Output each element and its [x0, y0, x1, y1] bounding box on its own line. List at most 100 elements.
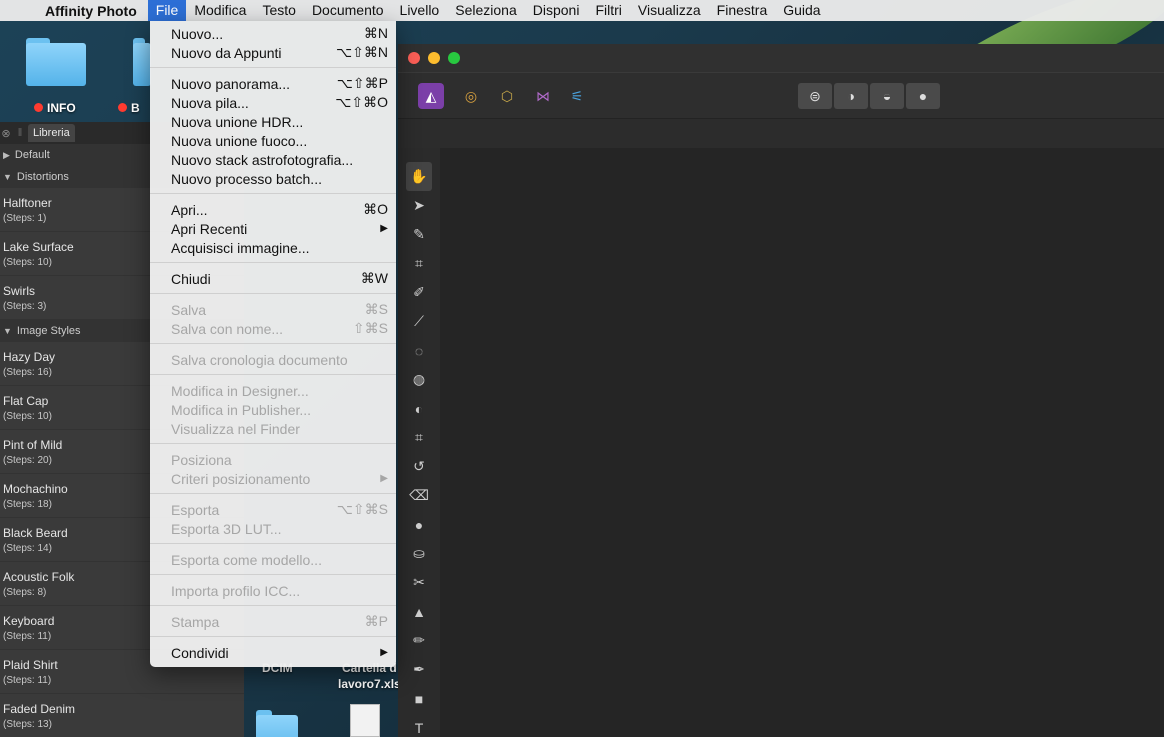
app-name-menu[interactable]: Affinity Photo [36, 3, 148, 19]
menu-livello[interactable]: Livello [392, 0, 448, 21]
menu-item-shortcut: ⌥⇧⌘N [336, 44, 388, 60]
menu-item-chiudi[interactable]: Chiudi ⌘W [150, 269, 396, 288]
menu-item-nuova-unione-hdr[interactable]: Nuova unione HDR... [150, 112, 396, 131]
photo-persona-icon[interactable]: ◭ [418, 83, 444, 109]
liquify-persona-icon[interactable]: ◎ [458, 83, 484, 109]
menu-item-acquisisci-immagine[interactable]: Acquisisci immagine... [150, 238, 396, 257]
menu-item-label: Nuova unione fuoco... [171, 132, 308, 149]
color-replace-tool-icon[interactable]: ↺ [406, 452, 432, 481]
color-picker-tool-icon[interactable]: ✎ [406, 220, 432, 249]
desktop-folder-icon[interactable] [256, 710, 298, 737]
desktop-folder-label: B [118, 101, 140, 115]
menu-disponi[interactable]: Disponi [525, 0, 588, 21]
desktop-folder-icon[interactable] [133, 38, 151, 86]
menu-bar: Affinity Photo File Modifica Testo Docum… [0, 0, 1164, 21]
vector-brush-tool-icon[interactable]: ✒ [406, 655, 432, 684]
submenu-arrow-icon: ▶ [380, 473, 388, 484]
menu-item-salva-con-nome: Salva con nome... ⇧⌘S [150, 319, 396, 338]
hand-tool-icon[interactable]: ✋ [406, 162, 432, 191]
clone-tool-icon[interactable]: ⛀ [406, 539, 432, 568]
gradient-tool-icon[interactable]: ◐ [406, 394, 432, 423]
library-item-faded-denim[interactable]: Faded Denim (Steps: 13) [0, 694, 244, 737]
menu-item-nuovo-processo-batch[interactable]: Nuovo processo batch... [150, 169, 396, 188]
menu-item-nuovo-da-appunti[interactable]: Nuovo da Appunti ⌥⇧⌘N [150, 43, 396, 62]
menu-item-nuovo-panorama[interactable]: Nuovo panorama... ⌥⇧⌘P [150, 74, 396, 93]
menu-item-nuova-unione-fuoco[interactable]: Nuova unione fuoco... [150, 131, 396, 150]
menu-item-modifica-in-publisher: Modifica in Publisher... [150, 400, 396, 419]
menu-item-label: Apri Recenti [171, 220, 248, 237]
window-titlebar [398, 44, 1164, 72]
develop-persona-icon[interactable]: ⬡ [494, 83, 520, 109]
paint-brush-tool-icon[interactable]: ⌗ [406, 423, 432, 452]
menu-visualizza[interactable]: Visualizza [630, 0, 709, 21]
menu-item-apri[interactable]: Apri... ⌘O [150, 200, 396, 219]
menu-file[interactable]: File [147, 0, 187, 21]
menu-item-label: Salva [171, 301, 207, 318]
menu-item-shortcut: ⌥⇧⌘O [335, 94, 388, 110]
menu-item-nuova-pila[interactable]: Nuova pila... ⌥⇧⌘O [150, 93, 396, 112]
tone-mapping-persona-icon[interactable]: ⋈ [530, 83, 556, 109]
menu-modifica[interactable]: Modifica [186, 0, 254, 21]
menu-filtri[interactable]: Filtri [587, 0, 629, 21]
move-tool-icon[interactable]: ➤ [406, 191, 432, 220]
close-window-button[interactable] [408, 52, 420, 64]
blur-tool-icon[interactable]: ▲ [406, 597, 432, 626]
menu-item-esporta-3d-lut: Esporta 3D LUT... [150, 519, 396, 538]
menu-item-nuovo[interactable]: Nuovo... ⌘N [150, 24, 396, 43]
file-menu-dropdown: Nuovo... ⌘N Nuovo da Appunti ⌥⇧⌘N Nuovo pano… [150, 21, 396, 667]
menu-finestra[interactable]: Finestra [709, 0, 776, 21]
menu-item-apri-recenti[interactable]: Apri Recenti ▶ [150, 219, 396, 238]
library-item-steps: (Steps: 13) [3, 719, 52, 730]
menu-item-label: Criteri posizionamento [171, 470, 311, 487]
library-item-steps: (Steps: 11) [3, 675, 52, 686]
menu-separator [150, 193, 396, 194]
menu-documento[interactable]: Documento [304, 0, 392, 21]
marquee-tool-icon[interactable]: ◌ [406, 336, 432, 365]
menu-item-salva: Salva ⌘S [150, 300, 396, 319]
menu-item-label: Nuovo da Appunti [171, 44, 282, 61]
mask-button[interactable]: ◒ [870, 83, 904, 109]
dodge-tool-icon[interactable]: ● [406, 510, 432, 539]
panel-grip-icon[interactable]: ‖ [12, 127, 28, 139]
tab-libreria[interactable]: Libreria [28, 124, 75, 142]
menu-item-criteri-posizionamento: Criteri posizionamento ▶ [150, 469, 396, 488]
menu-item-shortcut: ⌥⇧⌘P [336, 75, 388, 91]
rectangle-tool-icon[interactable]: ■ [406, 684, 432, 713]
menu-separator [150, 543, 396, 544]
close-panel-icon[interactable]: ⊗ [0, 127, 12, 140]
canvas-area[interactable] [440, 148, 1164, 737]
menu-item-label: Salva cronologia documento [171, 351, 348, 368]
submenu-arrow-icon: ▶ [380, 647, 388, 658]
disclosure-down-icon: ▼ [3, 326, 12, 336]
menu-item-importa-profilo-icc: Importa profilo ICC... [150, 581, 396, 600]
menu-item-label: Modifica in Publisher... [171, 401, 312, 418]
menu-separator [150, 374, 396, 375]
crop-tool-icon[interactable]: ⌗ [406, 249, 432, 278]
text-tool-icon[interactable]: T [406, 713, 432, 737]
menu-item-label: Stampa [171, 613, 220, 630]
zoom-window-button[interactable] [448, 52, 460, 64]
export-persona-icon[interactable]: ⚟ [564, 83, 590, 109]
library-item-name: Faded Denim [3, 702, 76, 716]
contrast-button[interactable]: ◑ [834, 83, 868, 109]
erase-tool-icon[interactable]: ⌫ [406, 481, 432, 510]
circle-button[interactable]: ● [906, 83, 940, 109]
menu-item-nuovo-stack-astrofotografia[interactable]: Nuovo stack astrofotografia... [150, 150, 396, 169]
menu-seleziona[interactable]: Seleziona [447, 0, 525, 21]
flood-fill-tool-icon[interactable]: ◍ [406, 365, 432, 394]
red-eye-tool-icon[interactable]: ✂ [406, 568, 432, 597]
minimize-window-button[interactable] [428, 52, 440, 64]
flip-button[interactable]: ⊜ [798, 83, 832, 109]
menu-item-label: Nuova pila... [171, 94, 249, 111]
menu-item-shortcut: ⌘N [363, 25, 388, 41]
menu-separator [150, 605, 396, 606]
spreadsheet-file-icon[interactable] [350, 704, 380, 737]
menu-item-condividi[interactable]: Condividi ▶ [150, 643, 396, 662]
desktop-folder-icon[interactable] [26, 38, 86, 86]
menu-testo[interactable]: Testo [254, 0, 303, 21]
selection-brush-tool-icon[interactable]: ✐ [406, 278, 432, 307]
menu-guida[interactable]: Guida [775, 0, 828, 21]
flood-select-tool-icon[interactable]: ⟋ [406, 307, 432, 336]
pen-tool-icon[interactable]: ✏ [406, 626, 432, 655]
menu-separator [150, 636, 396, 637]
